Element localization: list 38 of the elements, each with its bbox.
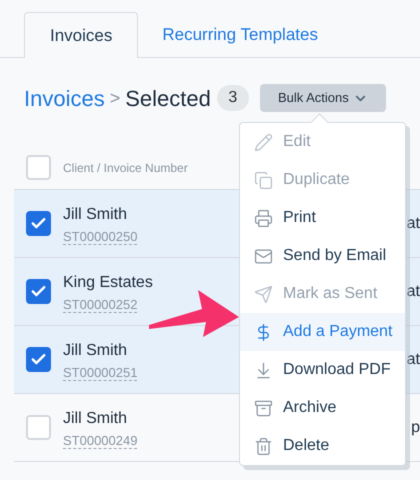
pencil-icon <box>254 132 273 152</box>
printer-icon <box>254 208 273 228</box>
column-header: Client / Invoice Number <box>63 160 188 176</box>
checkbox[interactable] <box>26 155 51 180</box>
menu-item[interactable]: Download PDF <box>240 351 405 389</box>
client-name: Jill Smith <box>63 204 128 224</box>
envelope-icon <box>254 246 273 266</box>
table-cell-text: at <box>406 214 420 234</box>
menu-item[interactable]: Print <box>240 199 405 237</box>
client-name: Jill Smith <box>63 340 128 360</box>
invoice-number-link[interactable]: ST00000250 <box>63 228 138 244</box>
count-badge: 3 <box>216 85 249 111</box>
breadcrumb-current: Selected <box>125 84 211 112</box>
table-cell-text: p <box>411 418 420 438</box>
copy-icon <box>254 170 273 190</box>
menu-item[interactable]: Delete <box>240 427 405 465</box>
client-name: King Estates <box>63 272 154 292</box>
menu-item[interactable]: Archive <box>240 389 405 427</box>
tab[interactable]: Invoices <box>24 12 138 58</box>
invoice-number-link[interactable]: ST00000249 <box>63 432 138 448</box>
invoice-number-link[interactable]: ST00000252 <box>63 296 138 312</box>
checkbox[interactable] <box>26 211 51 236</box>
breadcrumb-separator: > <box>110 86 120 110</box>
paper-plane-icon <box>254 284 273 304</box>
trash-icon <box>254 436 273 456</box>
menu-item[interactable]: Add a Payment <box>240 313 405 351</box>
table-cell-text: at <box>406 282 420 302</box>
menu-item[interactable]: Send by Email <box>240 237 405 275</box>
tab[interactable]: Recurring Templates <box>138 12 342 58</box>
checkbox[interactable] <box>26 279 51 304</box>
client-name: Jill Smith <box>63 408 128 428</box>
archive-icon <box>254 398 273 418</box>
bulk-actions-button[interactable]: Bulk Actions <box>260 84 386 112</box>
invoice-number-link[interactable]: ST00000251 <box>63 364 138 380</box>
checkbox[interactable] <box>26 415 51 440</box>
table-cell-text: at <box>406 350 420 370</box>
checkbox[interactable] <box>26 347 51 372</box>
breadcrumb-link[interactable]: Invoices <box>24 82 105 114</box>
